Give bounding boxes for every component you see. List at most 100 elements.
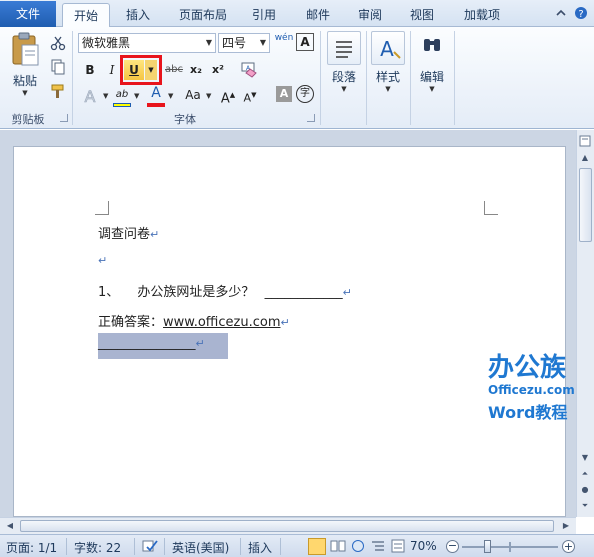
help-icon[interactable]: ?: [574, 6, 588, 20]
tab-addins[interactable]: 加载项: [454, 3, 510, 27]
chevron-down-icon[interactable]: ▼: [203, 34, 215, 52]
minimize-ribbon-icon[interactable]: [554, 6, 568, 20]
underline-button[interactable]: U: [124, 60, 144, 80]
paragraph-button[interactable]: 段落 ▼: [326, 31, 362, 93]
vertical-scroll-thumb[interactable]: [579, 168, 592, 242]
format-painter-icon[interactable]: [50, 83, 66, 99]
vertical-scrollbar[interactable]: ▲ ▼ ⏶ ● ⏷: [576, 130, 594, 517]
font-launcher-icon[interactable]: [307, 114, 315, 122]
status-insert-mode[interactable]: 插入: [248, 539, 272, 556]
tab-file[interactable]: 文件: [0, 1, 56, 27]
styles-icon: A: [371, 31, 405, 65]
doc-question: 1、 办公族网址是多少？ ____________↵: [98, 281, 352, 300]
proofing-icon[interactable]: [142, 539, 158, 553]
highlight-dropdown-icon[interactable]: ▼: [134, 92, 139, 100]
font-color-dropdown-icon[interactable]: ▼: [168, 92, 173, 100]
status-bar: 页面: 1/1 字数: 22 英语(美国) 插入 70% − +: [0, 534, 594, 557]
zoom-slider-thumb[interactable]: [484, 540, 491, 553]
tab-references[interactable]: 引用: [244, 3, 284, 27]
grow-font-button[interactable]: A▲: [218, 85, 238, 106]
paragraph-icon: [327, 31, 361, 65]
select-browse-object-icon[interactable]: ●: [577, 482, 593, 498]
ribbon-home: 粘贴 ▼ 剪贴板 微软雅黑 ▼ 四号 ▼ wén A B I U ▼ abc x…: [0, 27, 594, 129]
text-effects-icon[interactable]: A: [80, 85, 102, 107]
svg-text:A: A: [85, 87, 96, 106]
paragraph-mark: ↵: [98, 254, 108, 267]
paragraph-mark: ↵: [280, 316, 290, 329]
paste-dropdown-icon[interactable]: ▼: [6, 89, 44, 97]
paste-button[interactable]: 粘贴 ▼: [6, 31, 44, 97]
editing-dropdown-icon[interactable]: ▼: [414, 85, 450, 93]
phonetic-guide-button[interactable]: wén: [274, 33, 294, 53]
zoom-level[interactable]: 70%: [410, 539, 437, 553]
paragraph-mark: ↵: [342, 286, 352, 299]
paragraph-mark: ↵: [195, 337, 205, 350]
ruler-toggle-icon[interactable]: [578, 134, 592, 148]
selected-underline-line[interactable]: _______________↵: [98, 333, 228, 359]
change-case-dropdown-icon[interactable]: ▼: [206, 92, 211, 100]
underline-dropdown-icon[interactable]: ▼: [145, 60, 157, 80]
char-shading-button[interactable]: A: [276, 86, 292, 102]
tab-home[interactable]: 开始: [62, 3, 110, 28]
paragraph-dropdown-icon[interactable]: ▼: [326, 85, 362, 93]
editing-button[interactable]: 编辑 ▼: [414, 31, 450, 93]
font-color-button[interactable]: A: [146, 83, 166, 103]
clipboard-group-label: 剪贴板: [11, 113, 45, 126]
styles-dropdown-icon[interactable]: ▼: [370, 85, 406, 93]
margin-corner-tl: [95, 201, 109, 215]
superscript-button[interactable]: x²: [208, 60, 228, 80]
enclose-char-button[interactable]: 字: [296, 85, 314, 103]
zoom-in-icon[interactable]: +: [562, 540, 575, 553]
next-page-icon[interactable]: ⏷: [577, 498, 593, 514]
clear-formatting-icon[interactable]: A: [240, 61, 258, 79]
font-size-combo[interactable]: 四号 ▼: [218, 33, 270, 53]
group-separator: [410, 31, 411, 125]
scroll-right-icon[interactable]: ▶: [558, 518, 574, 534]
tab-page-layout[interactable]: 页面布局: [172, 3, 234, 27]
horizontal-scroll-thumb[interactable]: [20, 520, 554, 532]
scroll-down-icon[interactable]: ▼: [577, 450, 593, 466]
logo-brand: 办公族: [488, 353, 567, 383]
subscript-button[interactable]: x₂: [186, 60, 206, 80]
font-size-value: 四号: [222, 36, 247, 50]
zoom-slider-center-tick: [509, 542, 511, 552]
tab-review[interactable]: 审阅: [350, 3, 390, 27]
answer-url: www.officezu.com: [163, 315, 281, 330]
copy-icon[interactable]: [50, 59, 66, 75]
clipboard-launcher-icon[interactable]: [60, 114, 68, 122]
chevron-down-icon[interactable]: ▼: [257, 34, 269, 52]
scroll-up-icon[interactable]: ▲: [577, 150, 593, 166]
previous-page-icon[interactable]: ⏶: [577, 466, 593, 482]
print-layout-view-icon[interactable]: [308, 538, 326, 555]
document-area: 调查问卷↵ ↵ 1、 办公族网址是多少？ ____________↵ 正确答案：…: [0, 130, 576, 517]
horizontal-scrollbar[interactable]: ◀ ▶: [0, 517, 576, 534]
shrink-font-button[interactable]: A▼: [240, 85, 260, 105]
tab-insert[interactable]: 插入: [116, 3, 160, 27]
italic-button[interactable]: I: [102, 60, 122, 80]
full-screen-reading-icon[interactable]: [330, 539, 346, 553]
bold-button[interactable]: B: [80, 60, 100, 80]
tab-view[interactable]: 视图: [402, 3, 442, 27]
question-blank: ____________: [264, 285, 343, 300]
char-border-button[interactable]: A: [296, 33, 314, 51]
draft-view-icon[interactable]: [390, 539, 406, 553]
styles-button[interactable]: A 样式 ▼: [370, 31, 406, 93]
change-case-button[interactable]: Aa: [180, 85, 206, 105]
text-effects-dropdown-icon[interactable]: ▼: [103, 92, 108, 100]
tab-mailings[interactable]: 邮件: [298, 3, 338, 27]
margin-corner-tr: [484, 201, 498, 215]
cut-icon[interactable]: [50, 35, 66, 51]
font-name-combo[interactable]: 微软雅黑 ▼: [78, 33, 216, 53]
strikethrough-button[interactable]: abc: [162, 60, 186, 80]
zoom-out-icon[interactable]: −: [446, 540, 459, 553]
status-page[interactable]: 页面: 1/1: [6, 539, 57, 556]
highlight-button[interactable]: ab: [112, 85, 132, 105]
document-page[interactable]: 调查问卷↵ ↵ 1、 办公族网址是多少？ ____________↵ 正确答案：…: [13, 146, 575, 517]
paste-label: 粘贴: [12, 74, 37, 88]
status-language[interactable]: 英语(美国): [172, 539, 229, 556]
web-layout-icon[interactable]: [350, 539, 366, 553]
outline-view-icon[interactable]: [370, 539, 386, 553]
scroll-left-icon[interactable]: ◀: [2, 518, 18, 534]
doc-title: 调查问卷↵: [98, 223, 159, 242]
status-word-count[interactable]: 字数: 22: [74, 539, 121, 556]
